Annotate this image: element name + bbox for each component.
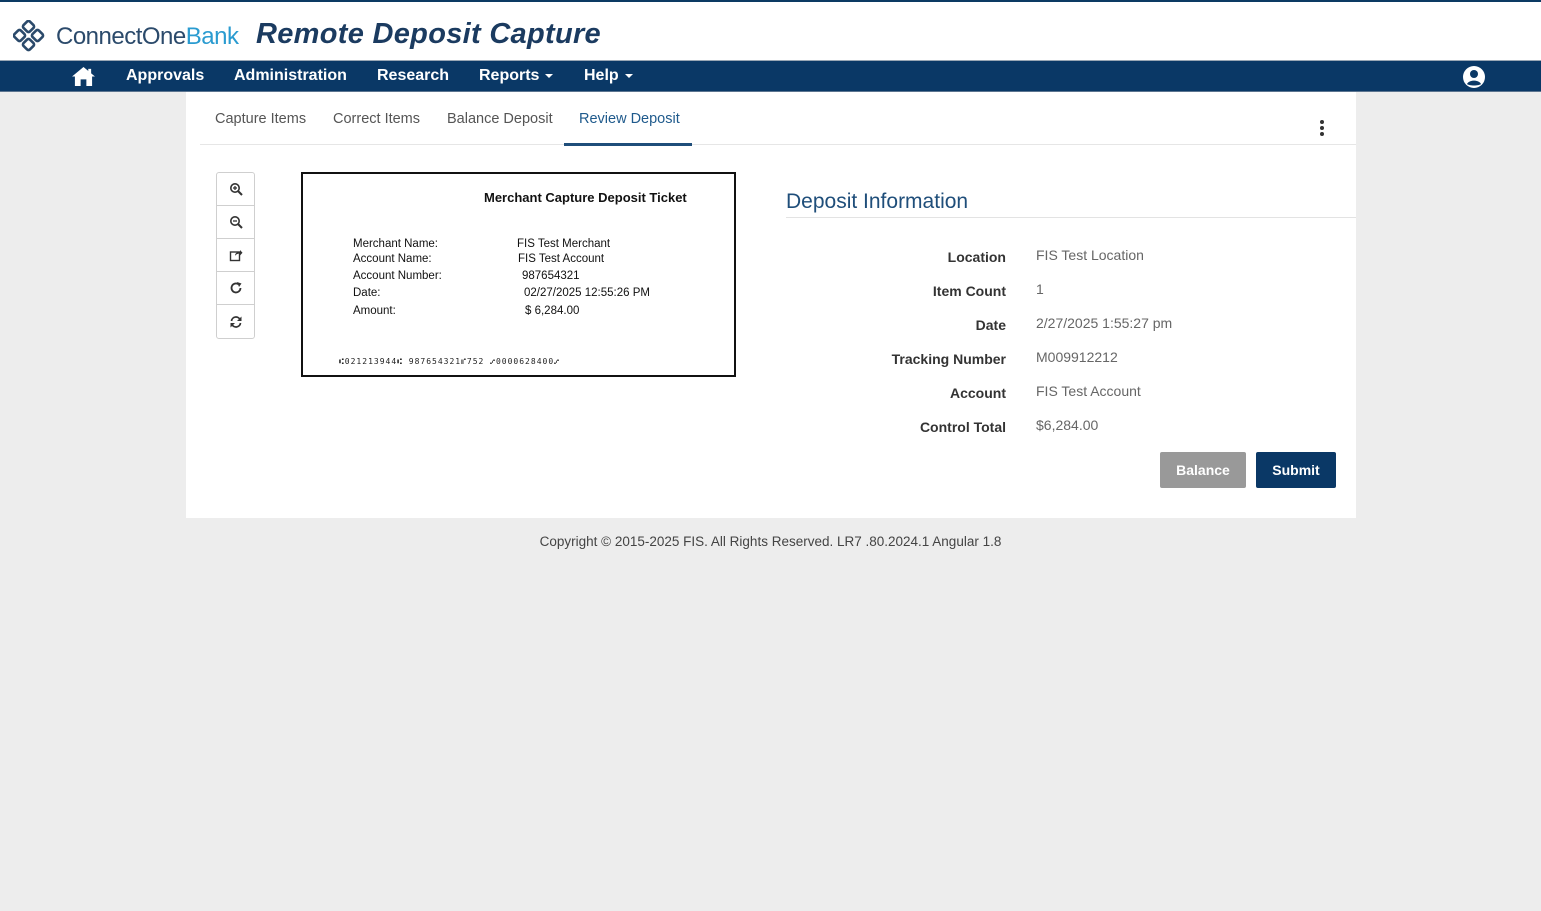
share-button[interactable]: [217, 239, 254, 272]
date-label: Date: [975, 317, 1006, 333]
control-total-label: Control Total: [919, 419, 1006, 435]
divider: [786, 217, 1356, 218]
nav-approvals[interactable]: Approvals: [126, 67, 204, 85]
deposit-info-title: Deposit Information: [786, 190, 969, 213]
zoom-in-icon: [229, 183, 243, 196]
nav-help[interactable]: Help: [584, 67, 633, 85]
copyright-footer: Copyright © 2015-2025 FIS. All Rights Re…: [539, 534, 1002, 549]
ticket-title: Merchant Capture Deposit Ticket: [484, 190, 687, 205]
refresh-icon: [230, 315, 241, 328]
ticket-value: $ 6,284.00: [525, 305, 580, 317]
control-total-value: $6,284.00: [1036, 417, 1099, 433]
main-nav: Approvals Administration Research Report…: [0, 60, 1541, 92]
ticket-value: FIS Test Merchant: [517, 238, 611, 250]
ticket-value: 987654321: [522, 270, 580, 282]
main-panel: Capture Items Correct Items Balance Depo…: [186, 92, 1356, 518]
tracking-number-value: M009912212: [1036, 349, 1118, 365]
rotate-icon: [230, 282, 241, 294]
item-count-label: Item Count: [932, 283, 1006, 299]
share-icon: [229, 250, 242, 262]
account-value: FIS Test Account: [1036, 383, 1141, 399]
more-options-icon[interactable]: [1314, 120, 1330, 140]
item-count-value: 1: [1036, 281, 1044, 297]
app-header: ConnectOneBank Remote Deposit Capture: [0, 0, 1541, 60]
submit-button[interactable]: Submit: [1256, 452, 1336, 488]
ticket-label: Account Name:: [353, 253, 432, 265]
home-icon[interactable]: [71, 66, 96, 87]
tab-correct-items[interactable]: Correct Items: [333, 111, 420, 127]
tab-review-deposit[interactable]: Review Deposit: [579, 111, 680, 127]
brand-name: ConnectOneBank: [56, 23, 239, 50]
refresh-button[interactable]: [217, 305, 254, 338]
location-label: Location: [947, 249, 1006, 265]
location-value: FIS Test Location: [1036, 247, 1144, 263]
zoom-out-button[interactable]: [217, 206, 254, 239]
deposit-ticket-image: Merchant Capture Deposit Ticket Merchant…: [301, 172, 736, 377]
ticket-value: FIS Test Account: [518, 253, 605, 265]
nav-reports[interactable]: Reports: [479, 67, 554, 85]
tab-capture-items[interactable]: Capture Items: [215, 111, 306, 127]
zoom-out-icon: [229, 216, 243, 229]
ticket-value: 02/27/2025 12:55:26 PM: [524, 287, 650, 299]
ticket-label: Merchant Name:: [353, 238, 439, 250]
image-toolbar: [216, 172, 255, 339]
tracking-number-label: Tracking Number: [891, 351, 1006, 367]
app-title: Remote Deposit Capture: [256, 18, 601, 50]
micr-line: ⑆021213944⑆ 987654321⑈752 ⑇0000628400⑇: [339, 357, 560, 366]
connectone-logo-icon: [13, 20, 45, 52]
account-label: Account: [950, 385, 1006, 401]
workflow-tabs: Capture Items Correct Items Balance Depo…: [200, 92, 1356, 146]
nav-research[interactable]: Research: [377, 67, 449, 85]
active-tab-indicator: [564, 143, 692, 146]
user-circle-icon[interactable]: [1462, 65, 1486, 89]
zoom-in-button[interactable]: [217, 173, 254, 206]
tab-balance-deposit[interactable]: Balance Deposit: [447, 111, 553, 127]
caret-down-icon: [545, 73, 554, 78]
balance-button[interactable]: Balance: [1160, 452, 1246, 488]
ticket-label: Date:: [353, 287, 381, 299]
nav-administration[interactable]: Administration: [234, 67, 347, 85]
rotate-button[interactable]: [217, 272, 254, 305]
date-value: 2/27/2025 1:55:27 pm: [1036, 315, 1173, 331]
ticket-label: Amount:: [353, 305, 396, 317]
ticket-label: Account Number:: [353, 270, 442, 282]
caret-down-icon: [624, 73, 633, 78]
